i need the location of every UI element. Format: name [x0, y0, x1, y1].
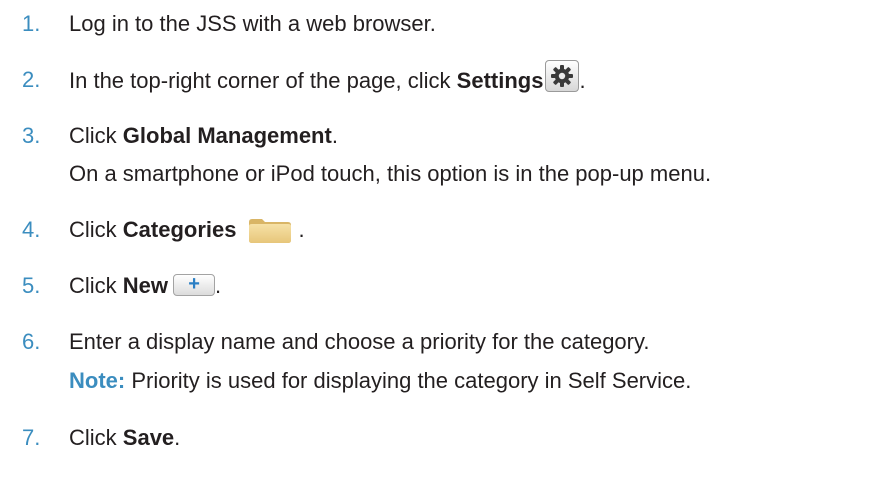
- note-text: Priority is used for displaying the cate…: [125, 368, 692, 393]
- plus-icon: +: [173, 274, 216, 297]
- settings-label: Settings: [456, 67, 544, 93]
- step-3-subtext: On a smartphone or iPod touch, this opti…: [69, 161, 712, 186]
- step-number: 2.: [22, 67, 41, 92]
- step-text: Click New +.: [69, 273, 222, 298]
- step-number: 7.: [22, 425, 41, 450]
- step-text: Click Global Management.: [69, 123, 338, 148]
- categories-label: Categories: [122, 217, 237, 242]
- step-6-note: Note: Priority is used for displaying th…: [69, 367, 691, 395]
- step-number: 5.: [22, 273, 41, 298]
- folder-icon: [247, 216, 293, 244]
- global-management-label: Global Management: [122, 123, 332, 148]
- step-number: 6.: [22, 329, 41, 354]
- save-label: Save: [122, 425, 175, 450]
- step-text: Click Categories .: [69, 216, 305, 245]
- step-text: Enter a display name and choose a priori…: [69, 329, 650, 354]
- step-number: 4.: [22, 217, 41, 242]
- step-text: In the top-right corner of the page, cli…: [69, 60, 586, 98]
- step-number: 1.: [22, 11, 41, 36]
- new-label: New: [122, 273, 169, 298]
- step-text: Log in to the JSS with a web browser.: [69, 11, 436, 36]
- step-text: Click Save.: [69, 425, 181, 450]
- step-number: 3.: [22, 123, 41, 148]
- gear-icon: [545, 60, 580, 92]
- note-label: Note:: [69, 368, 126, 393]
